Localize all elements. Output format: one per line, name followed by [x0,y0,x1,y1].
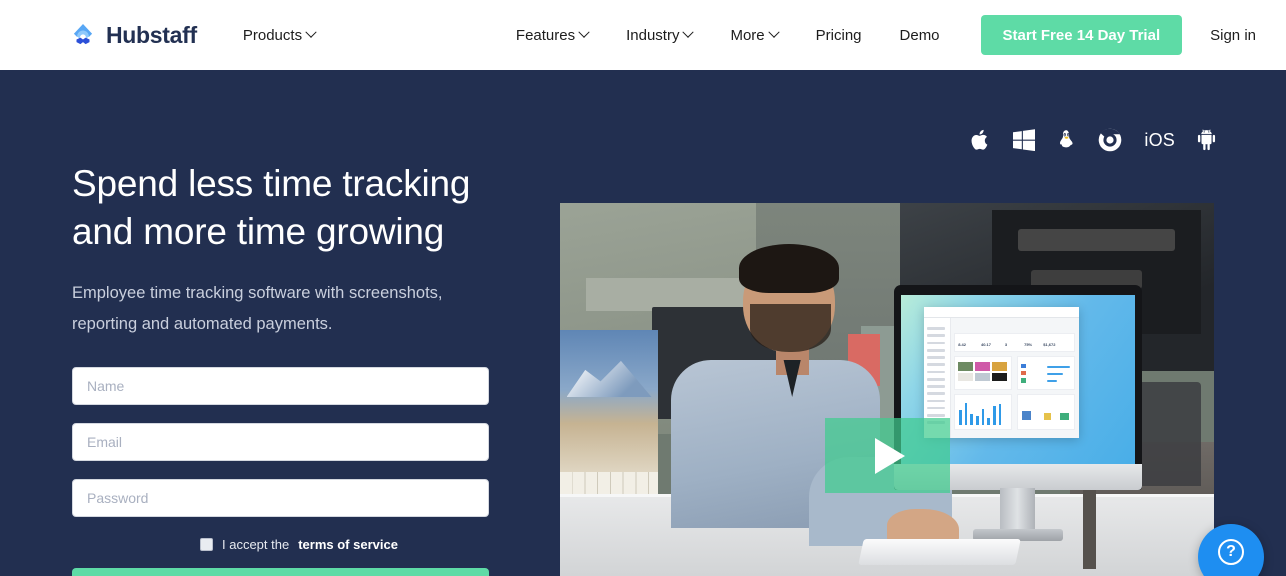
hero-subheading: Employee time tracking software with scr… [72,284,443,333]
accept-terms-checkbox[interactable] [200,538,213,552]
logo[interactable]: Hubstaff [70,22,197,49]
linux-icon[interactable] [1057,128,1076,152]
terms-row: I accept the terms of service [200,537,492,552]
nav-item-pricing[interactable]: Pricing [806,21,872,50]
nav-item-products[interactable]: Products [233,21,325,50]
nav-item-industry[interactable]: Industry [616,21,702,50]
windows-icon[interactable] [1013,129,1036,151]
chevron-down-icon [767,26,780,38]
page-title: Spend less time tracking and more time g… [72,163,471,253]
sign-in-link[interactable]: Sign in [1210,27,1256,44]
question-mark-icon: ? [1218,539,1244,565]
nav-item-demo[interactable]: Demo [890,21,950,50]
chevron-down-icon [305,26,317,38]
primary-nav-right: Features Industry More Pricing Demo Star… [497,15,1262,55]
password-input[interactable] [72,479,489,518]
platform-icons: iOS [971,128,1216,152]
nav-item-label: Features [515,26,576,44]
hero-left-column: Spend less time tracking and more time g… [72,160,492,576]
chevron-down-icon [578,26,590,38]
terms-prefix-label: I accept the [222,537,290,553]
nav-item-label: Pricing [815,26,862,44]
logo-text: Hubstaff [106,21,197,48]
name-input[interactable] [72,367,489,406]
play-triangle-icon [875,438,905,474]
ios-label[interactable]: iOS [1144,130,1175,151]
video-still-image: 8.42 40.17 3 75% $1,672 [560,203,1214,576]
help-widget-button[interactable]: ? [1198,524,1264,576]
start-free-trial-button[interactable]: Start Free 14 Day Trial [980,15,1183,55]
hero-video-thumbnail[interactable]: 8.42 40.17 3 75% $1,672 [560,203,1214,576]
chevron-down-icon [682,26,695,38]
apple-icon[interactable] [971,128,991,152]
play-button[interactable] [825,418,950,493]
android-icon[interactable] [1197,129,1216,152]
terms-of-service-link[interactable]: terms of service [298,537,398,552]
hero-section: iOS Spend less time tracking and more ti… [0,70,1286,576]
hubstaff-logo-icon [70,22,96,48]
nav-item-features[interactable]: Features [506,21,598,50]
signup-submit-button[interactable] [72,568,489,576]
nav-item-label: Demo [899,26,940,44]
nav-item-label: More [730,26,765,44]
nav-item-label: Products [242,26,303,44]
primary-nav-left: Products [233,21,325,50]
site-header: Hubstaff Products Features Industry More… [0,0,1286,70]
chrome-icon[interactable] [1098,128,1122,152]
nav-item-more[interactable]: More [720,21,787,50]
email-input[interactable] [72,423,489,462]
nav-item-label: Industry [626,26,680,44]
